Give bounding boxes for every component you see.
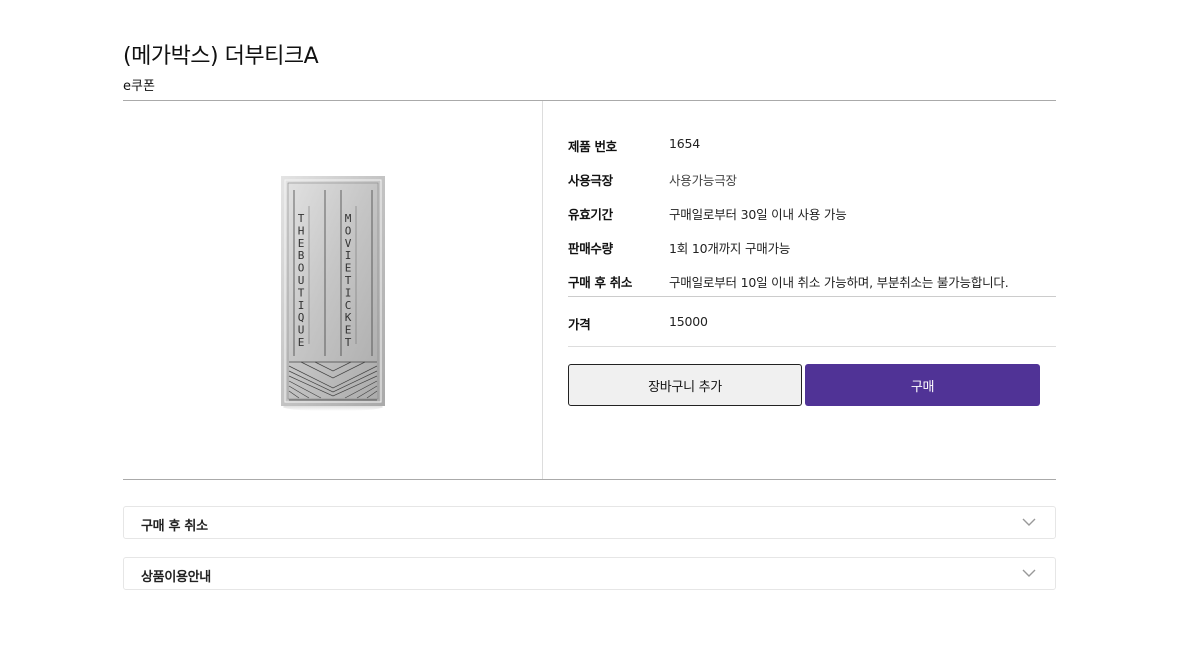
ticket-letter: T: [345, 336, 352, 349]
product-image: THEBOUTIQUEMOVIETICKET: [281, 176, 385, 412]
chevron-down-icon: [1022, 518, 1036, 526]
info-label: 판매수량: [568, 241, 613, 256]
vertical-divider: [542, 101, 543, 479]
ticket-letter: Q: [298, 311, 305, 324]
info-value: 1654: [669, 136, 701, 151]
buy-button[interactable]: 구매: [805, 364, 1040, 406]
price-label: 가격: [568, 317, 591, 332]
movie-ticket-image: THEBOUTIQUEMOVIETICKET: [281, 176, 385, 411]
ticket-letter: U: [298, 274, 305, 287]
info-label: 구매 후 취소: [568, 275, 633, 290]
info-label: 유효기간: [568, 207, 613, 222]
price-value: 15000: [669, 314, 708, 329]
top-divider: [123, 100, 1056, 101]
ticket-letter: E: [345, 324, 352, 337]
product-title: (메가박스) 더부티크A: [123, 44, 319, 69]
info-value: 구매일로부터 30일 이내 사용 가능: [669, 207, 847, 222]
ticket-letter: E: [298, 237, 305, 250]
bottom-divider: [123, 479, 1056, 480]
ticket-letter: T: [345, 274, 352, 287]
ticket-letter: M: [345, 212, 352, 225]
ticket-letter: T: [298, 286, 305, 299]
product-type: e쿠폰: [123, 79, 155, 94]
ticket-letter: E: [298, 336, 305, 349]
ticket-letter: E: [345, 262, 352, 275]
ticket-letter: I: [345, 286, 352, 299]
theater-link[interactable]: 사용가능극장: [669, 170, 737, 189]
ticket-letter: U: [298, 324, 305, 337]
divider: [568, 296, 1056, 297]
accordion-label: 상품이용안내: [141, 570, 211, 585]
accordion-cancellation[interactable]: 구매 후 취소: [123, 506, 1056, 539]
chevron-down-icon: [1022, 569, 1036, 577]
ticket-letter: T: [298, 212, 305, 225]
info-label: 사용극장: [568, 173, 613, 188]
accordion-label: 구매 후 취소: [141, 519, 208, 534]
add-to-cart-button[interactable]: 장바구니 추가: [568, 364, 802, 406]
ticket-letter: B: [298, 249, 305, 262]
ticket-letter: O: [298, 262, 305, 275]
ticket-letter: C: [345, 299, 352, 312]
ticket-letter: I: [345, 249, 352, 262]
divider: [568, 346, 1056, 347]
ticket-letter: V: [345, 237, 352, 250]
accordion-usage-guide[interactable]: 상품이용안내: [123, 557, 1056, 590]
ticket-letter: H: [298, 224, 305, 237]
ticket-letter: O: [345, 224, 352, 237]
ticket-letter: K: [345, 311, 352, 324]
info-label: 제품 번호: [568, 139, 617, 154]
info-value: 1회 10개까지 구매가능: [669, 241, 791, 256]
ticket-letter: I: [298, 299, 305, 312]
info-value: 구매일로부터 10일 이내 취소 가능하며, 부분취소는 불가능합니다.: [669, 275, 1009, 290]
